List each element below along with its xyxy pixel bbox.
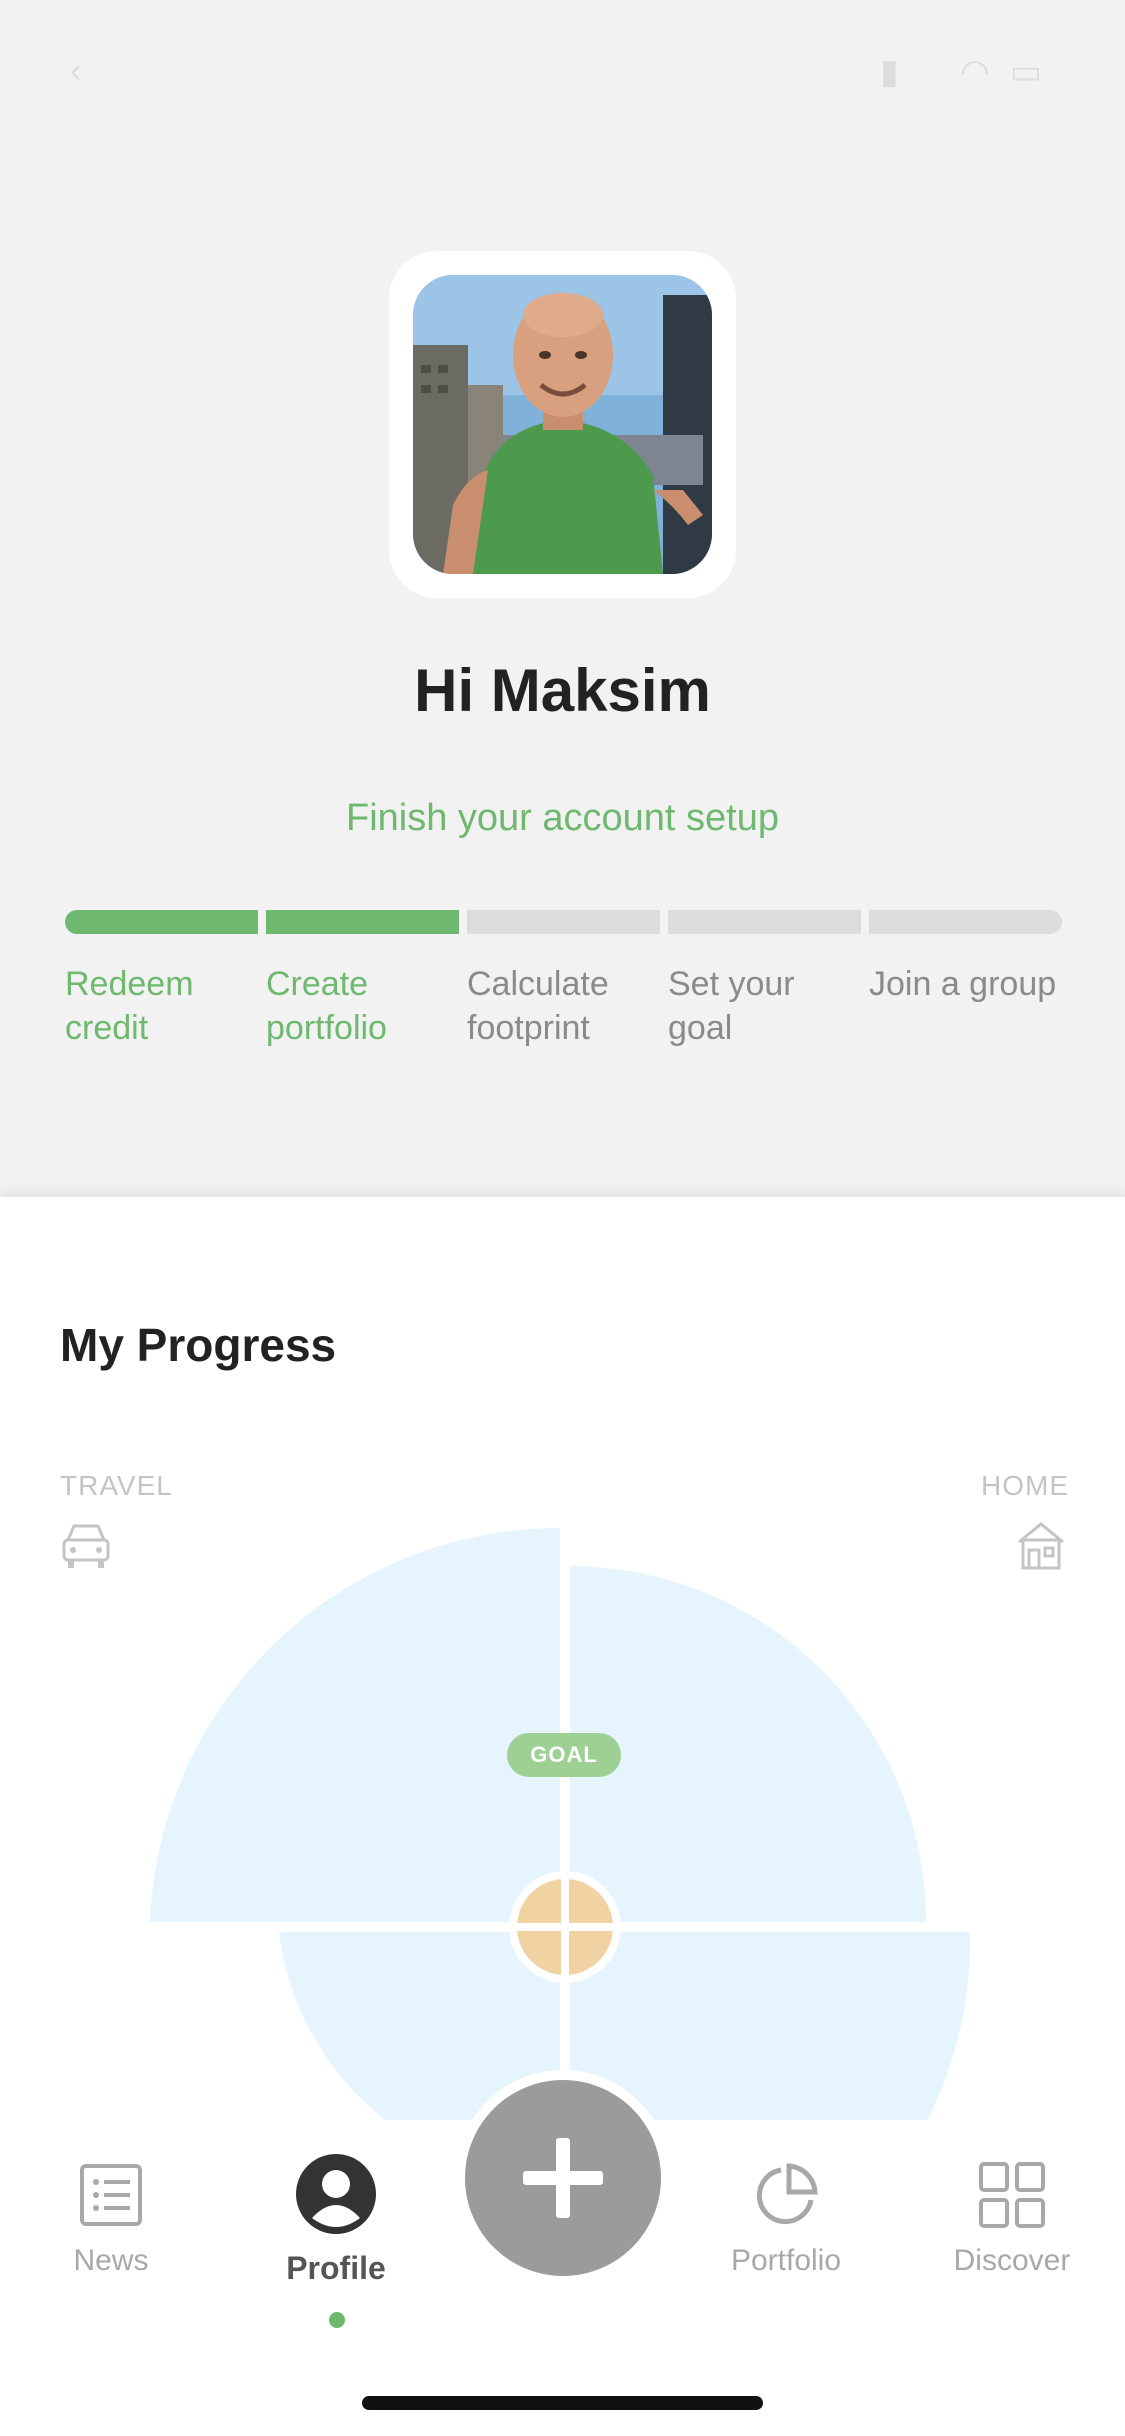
tab-label: Portfolio [730,2244,842,2277]
news-icon [76,2160,146,2230]
pie-chart-icon [751,2160,821,2230]
tab-profile[interactable]: Profile [246,2154,426,2287]
step-redeem-credit[interactable]: Redeem credit [65,910,258,1050]
step-progress-bar [869,910,1062,934]
home-label: HOME [981,1470,1069,1501]
plus-icon [523,2138,603,2218]
avatar[interactable] [389,251,736,598]
avatar-photo [413,275,712,574]
travel-label: TRAVEL [60,1470,173,1501]
status-bar: ‹ ▮ ◠ ▭ [0,0,1125,130]
wifi-icon: ◠ [960,53,990,91]
tab-label: News [73,2244,149,2277]
step-calculate-footprint[interactable]: Calculate footprint [467,910,660,1050]
step-label: Create portfolio [266,965,387,1047]
tab-discover[interactable]: Discover [922,2160,1102,2278]
step-set-goal[interactable]: Set your goal [668,910,861,1050]
greeting-title: Hi Maksim [414,657,711,724]
my-progress-title: My Progress [60,1319,337,1371]
travel-segment [150,1527,560,1922]
step-progress-bar [467,910,660,934]
battery-icon: ▭ [1010,53,1043,91]
step-label: Calculate footprint [467,965,609,1047]
tab-label: Profile [286,2250,386,2286]
finish-setup-link[interactable]: Finish your account setup [0,797,1125,840]
add-button[interactable] [465,2080,661,2276]
progress-chart [0,1500,1125,2125]
back-icon[interactable]: ‹ [70,52,81,91]
tab-portfolio[interactable]: Portfolio [696,2160,876,2278]
step-join-group[interactable]: Join a group [869,910,1062,1006]
grid-icon [977,2160,1047,2230]
home-indicator [362,2396,763,2410]
step-label: Redeem credit [65,965,194,1047]
step-label: Join a group [869,965,1057,1003]
profile-icon [294,2152,378,2236]
home-segment [570,1566,926,1922]
tab-news[interactable]: News [21,2160,201,2278]
step-create-portfolio[interactable]: Create portfolio [266,910,459,1050]
step-progress-bar [668,910,861,934]
step-label: Set your goal [668,965,795,1047]
goal-badge[interactable]: GOAL [507,1733,621,1777]
tab-label: Discover [953,2244,1071,2277]
step-progress-bar [65,910,258,934]
active-tab-indicator [329,2312,345,2328]
signal-icon: ▮ [880,53,899,91]
step-progress-bar [266,910,459,934]
